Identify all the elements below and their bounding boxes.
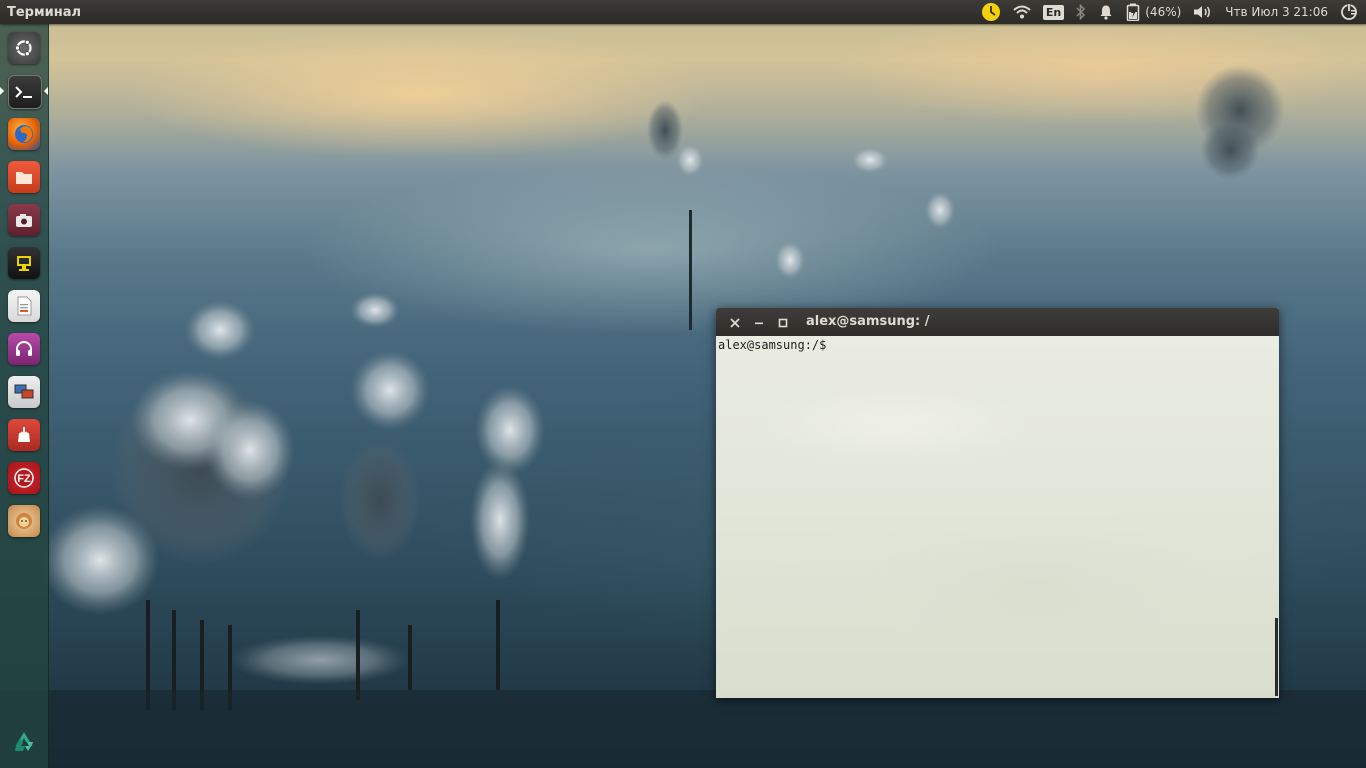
datetime-indicator[interactable]: Чтв Июл 3 21:06 [1219,0,1334,24]
terminal-titlebar[interactable]: alex@samsung: / [716,308,1279,336]
maximize-icon [778,313,788,332]
speaker-icon [1193,4,1213,20]
svg-text:FZ: FZ [17,473,31,485]
wifi-icon [1013,5,1031,19]
terminal-icon [14,84,36,100]
camera-icon [14,211,34,229]
terminal-output[interactable]: alex@samsung:/$ [716,336,1279,698]
launcher-software-installer[interactable] [8,419,40,451]
minimize-icon [754,313,764,332]
yellow-clock-icon [981,2,1001,22]
maximize-button[interactable] [776,315,790,329]
firefox-icon [13,123,35,145]
active-window-title: Терминал [7,4,82,20]
terminal-scrollbar[interactable] [1275,618,1278,696]
focused-pip [44,87,48,95]
battery-charging-icon [1126,3,1140,21]
bluetooth-indicator[interactable] [1070,0,1092,24]
launcher-audio-player[interactable] [8,333,40,365]
launcher-files[interactable] [8,161,40,193]
recycle-icon [11,729,37,755]
launcher-filezilla[interactable]: FZ [8,462,40,494]
network-indicator[interactable] [1007,0,1037,24]
headphones-icon [14,339,34,359]
bluetooth-icon [1076,4,1086,20]
battery-percent: (46%) [1145,5,1182,19]
launcher-text-editor[interactable] [8,290,40,322]
minimize-button[interactable] [752,315,766,329]
terminal-title: alex@samsung: / [806,314,930,329]
launcher-remote-viewer[interactable] [8,376,40,408]
sound-indicator[interactable] [1187,0,1219,24]
launcher-firefox[interactable] [8,118,40,150]
power-gear-icon [1340,3,1358,21]
ubuntu-logo-icon [13,37,35,59]
launcher-remote-desktop[interactable] [8,247,40,279]
battery-indicator[interactable]: (46%) [1120,0,1187,24]
clock-text: Чтв Июл 3 21:06 [1225,5,1328,19]
close-button[interactable] [728,315,742,329]
bell-icon [1098,4,1114,20]
document-icon [15,295,33,317]
keyboard-layout-indicator[interactable]: En [1037,0,1070,24]
messaging-indicator[interactable] [1092,0,1120,24]
session-indicator[interactable] [1334,0,1366,24]
launcher-trash[interactable] [8,726,40,758]
clock-app-indicator[interactable] [975,0,1007,24]
lion-icon [13,510,35,532]
launcher: FZ [0,24,49,768]
indicator-area: En (46%) Чтв Июл 3 21:06 [975,0,1366,24]
launcher-screenshot[interactable] [8,204,40,236]
screens-icon [13,382,35,402]
filezilla-icon: FZ [13,467,35,489]
launcher-terminal[interactable] [8,75,42,109]
language-label: En [1042,4,1065,20]
install-icon [14,425,34,445]
launcher-app-lazarus[interactable] [8,505,40,537]
close-icon [730,313,740,332]
terminal-window[interactable]: alex@samsung: / alex@samsung:/$ [716,308,1279,698]
monitor-icon [14,253,34,273]
terminal-prompt: alex@samsung:/$ [718,338,827,352]
running-pip [0,87,4,95]
top-panel: Терминал En (46%) Чтв Июл 3 21:06 [0,0,1366,24]
folder-icon [14,168,34,186]
launcher-dash-home[interactable] [8,32,40,64]
